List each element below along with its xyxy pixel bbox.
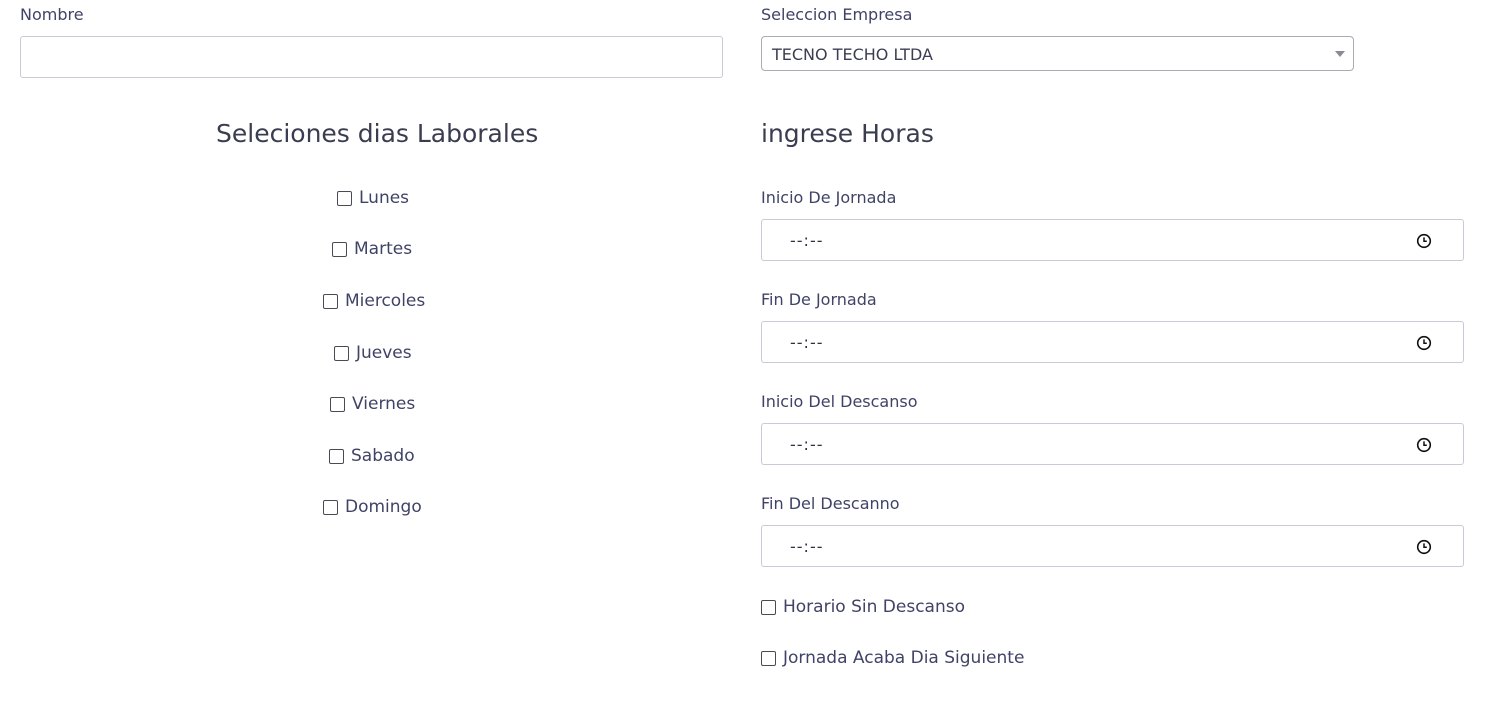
inicio-descanso-input[interactable]: --:-- xyxy=(761,423,1464,465)
checkbox-lunes[interactable] xyxy=(337,190,352,206)
checkbox-miercoles[interactable] xyxy=(323,293,338,309)
checkbox-label-jueves: Jueves xyxy=(356,343,412,363)
clock-icon[interactable] xyxy=(1416,335,1432,351)
checkbox-label-viernes: Viernes xyxy=(352,394,416,414)
time-placeholder: --:-- xyxy=(790,333,824,352)
nombre-label: Nombre xyxy=(20,5,84,24)
caret-down-icon xyxy=(1335,51,1345,57)
dias-heading: Seleciones dias Laborales xyxy=(216,119,539,148)
checkbox-row-jornada-acaba-dia-siguiente[interactable]: Jornada Acaba Dia Siguiente xyxy=(761,647,1024,669)
fin-descanso-label: Fin Del Descanno xyxy=(761,494,900,513)
fin-jornada-input[interactable]: --:-- xyxy=(761,321,1464,363)
time-placeholder: --:-- xyxy=(790,435,824,454)
checkbox-row-miercoles[interactable]: Miercoles xyxy=(323,290,425,312)
empresa-select[interactable]: TECNO TECHO LTDA xyxy=(761,36,1354,71)
clock-icon[interactable] xyxy=(1416,539,1432,555)
fin-jornada-label: Fin De Jornada xyxy=(761,290,877,309)
checkbox-label-jornada-acaba-dia-siguiente: Jornada Acaba Dia Siguiente xyxy=(783,648,1025,668)
inicio-jornada-label: Inicio De Jornada xyxy=(761,188,897,207)
checkbox-label-martes: Martes xyxy=(354,239,413,259)
horas-heading: ingrese Horas xyxy=(761,119,934,148)
checkbox-row-lunes[interactable]: Lunes xyxy=(337,187,409,209)
checkbox-label-miercoles: Miercoles xyxy=(345,291,426,311)
checkbox-row-horario-sin-descanso[interactable]: Horario Sin Descanso xyxy=(761,596,965,618)
inicio-descanso-label: Inicio Del Descanso xyxy=(761,392,918,411)
time-placeholder: --:-- xyxy=(790,231,824,250)
checkbox-viernes[interactable] xyxy=(330,396,345,412)
checkbox-row-viernes[interactable]: Viernes xyxy=(330,393,415,415)
checkbox-domingo[interactable] xyxy=(323,499,338,515)
empresa-label: Seleccion Empresa xyxy=(761,5,913,24)
time-placeholder: --:-- xyxy=(790,537,824,556)
fin-descanso-input[interactable]: --:-- xyxy=(761,525,1464,567)
checkbox-label-domingo: Domingo xyxy=(345,497,422,517)
checkbox-row-domingo[interactable]: Domingo xyxy=(323,496,422,518)
checkbox-label-lunes: Lunes xyxy=(359,188,410,208)
checkbox-label-sabado: Sabado xyxy=(351,446,415,466)
checkbox-sabado[interactable] xyxy=(329,448,344,464)
inicio-jornada-input[interactable]: --:-- xyxy=(761,219,1464,261)
empresa-selected-value: TECNO TECHO LTDA xyxy=(772,45,933,64)
checkbox-label-horario-sin-descanso: Horario Sin Descanso xyxy=(783,597,966,617)
checkbox-jueves[interactable] xyxy=(334,345,349,361)
clock-icon[interactable] xyxy=(1416,233,1432,249)
clock-icon[interactable] xyxy=(1416,437,1432,453)
checkbox-martes[interactable] xyxy=(332,241,347,257)
checkbox-horario-sin-descanso[interactable] xyxy=(761,599,776,615)
checkbox-row-jueves[interactable]: Jueves xyxy=(334,342,412,364)
checkbox-jornada-acaba-dia-siguiente[interactable] xyxy=(761,650,776,666)
nombre-input[interactable] xyxy=(20,36,723,78)
checkbox-row-martes[interactable]: Martes xyxy=(332,238,412,260)
checkbox-row-sabado[interactable]: Sabado xyxy=(329,445,415,467)
